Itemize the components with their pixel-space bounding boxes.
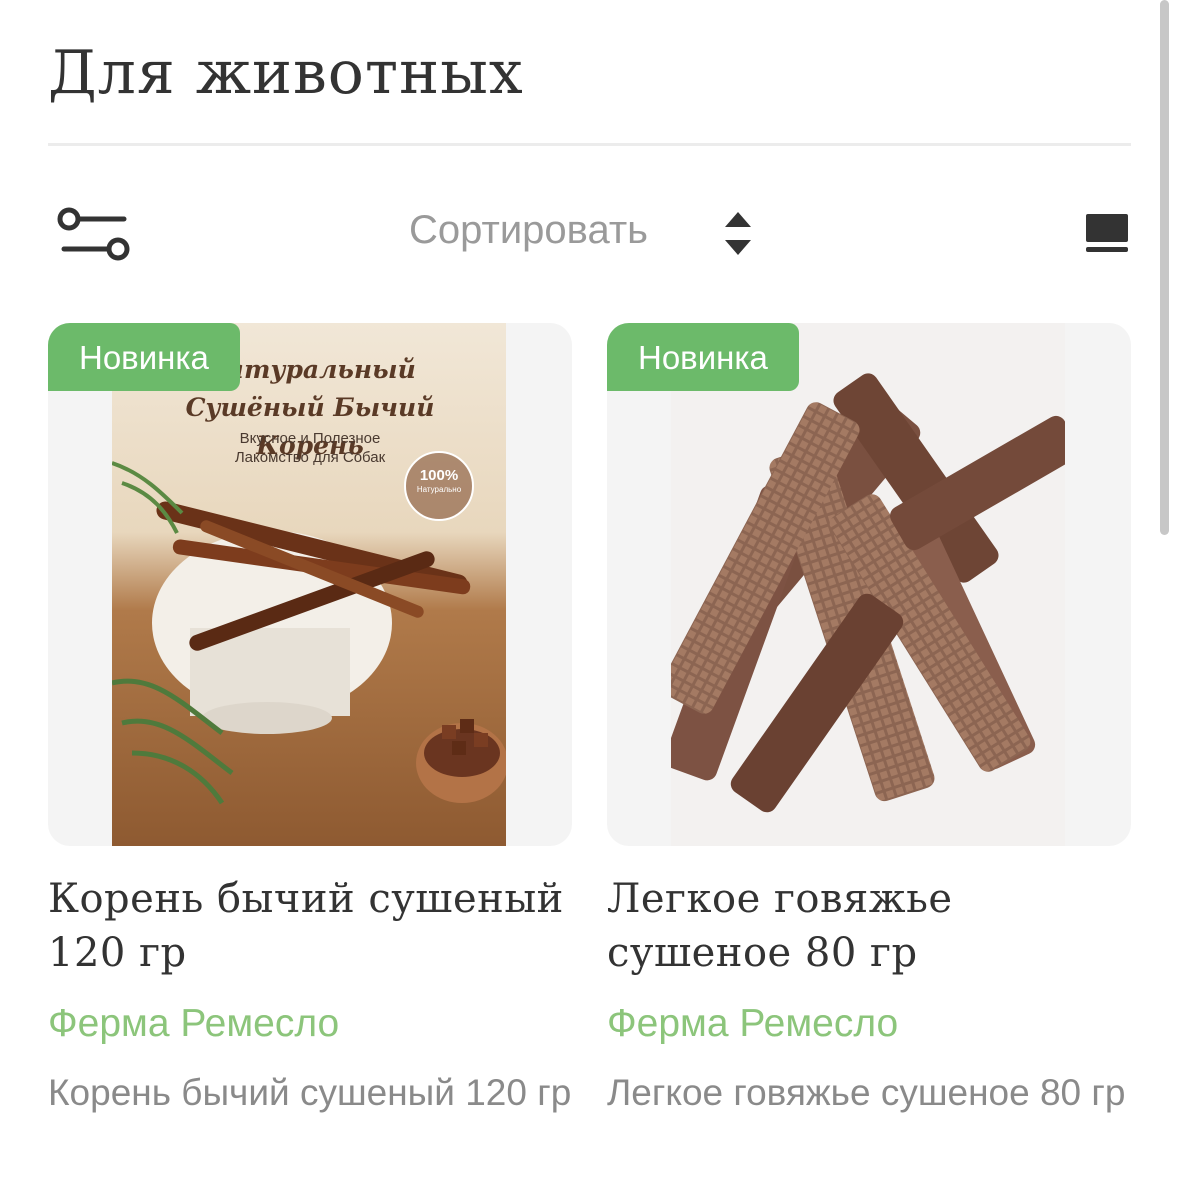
product-description: Легкое говяжье сушеное 80 гр bbox=[607, 1072, 1126, 1113]
product-title[interactable]: Легкое говяжье сушеное 80 гр bbox=[607, 872, 1131, 980]
product-brand[interactable]: Ферма Ремесло bbox=[607, 1002, 1131, 1046]
view-mode-icon[interactable] bbox=[1084, 210, 1130, 256]
sort-up-down-icon[interactable] bbox=[722, 210, 754, 258]
sort-button[interactable]: Сортировать bbox=[409, 208, 648, 253]
product-title[interactable]: Корень бычий сушеный 120 гр bbox=[48, 872, 572, 980]
new-badge: Новинка bbox=[607, 323, 799, 391]
product-image-subtitle: Вкусное и Полезное Лакомство для Собак bbox=[234, 430, 386, 466]
product-photo: Натуральный Сушёный Бычий Корень Вкусное… bbox=[112, 323, 506, 846]
product-photo bbox=[671, 323, 1065, 846]
new-badge: Новинка bbox=[48, 323, 240, 391]
product-image[interactable]: Натуральный Сушёный Бычий Корень Вкусное… bbox=[48, 323, 572, 846]
header-divider bbox=[48, 143, 1131, 146]
product-card[interactable]: Натуральный Сушёный Бычий Корень Вкусное… bbox=[48, 323, 572, 1117]
product-description: Корень бычий сушеный 120 гр bbox=[48, 1072, 572, 1113]
product-image[interactable]: Новинка bbox=[607, 323, 1131, 846]
product-brand[interactable]: Ферма Ремесло bbox=[48, 1002, 572, 1046]
natural-seal: 100% Натурально bbox=[404, 451, 474, 521]
product-card[interactable]: Новинка Легкое говяжье сушеное 80 гр Фер… bbox=[607, 323, 1131, 1117]
sliders-icon[interactable] bbox=[52, 206, 132, 262]
toolbar: Сортировать bbox=[0, 190, 1179, 280]
page-title: Для животных bbox=[48, 38, 524, 108]
